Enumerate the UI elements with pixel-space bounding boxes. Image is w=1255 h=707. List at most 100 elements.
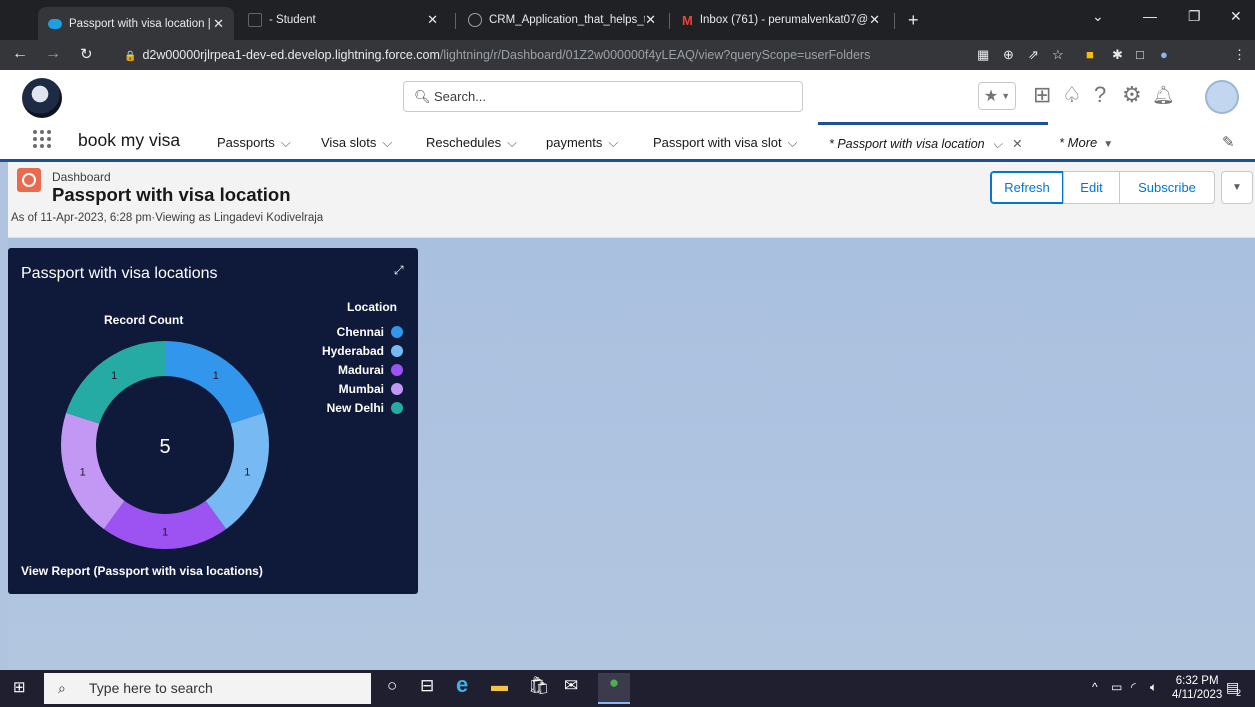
browser-tab[interactable]: M Inbox (761) - perumalvenkat07@ ✕ [672,7,890,33]
nav-item-passports[interactable]: Passports ⌵ [217,135,291,151]
legend-item[interactable]: Hyderabad [298,341,403,360]
cortana-icon[interactable]: ○ [387,676,397,696]
tray-chevron-icon[interactable]: ^ [1092,680,1098,694]
legend-item[interactable]: New Delhi [298,398,403,417]
close-tab-icon[interactable]: ✕ [645,12,656,28]
chevron-down-icon[interactable]: ⌵ [281,135,291,150]
nav-item-label: Reschedules [426,135,502,150]
close-tab-icon[interactable]: ✕ [427,12,438,28]
notifications-bell-icon[interactable]: 🔔︎ [1152,85,1175,106]
browser-tab-active[interactable]: Passport with visa location | Sales ✕ [38,7,234,40]
close-tab-icon[interactable]: ✕ [869,12,880,28]
favorites-button[interactable]: ★ ▼ [978,82,1016,110]
nav-item-passport-with-visa-slot[interactable]: Passport with visa slot ⌵ [653,135,797,151]
menu-icon[interactable]: ⋮ [1233,47,1246,63]
chrome-icon[interactable]: ● [598,673,630,704]
bookmark-star-icon[interactable]: ☆ [1052,47,1064,63]
network-icon[interactable]: ▭ [1111,680,1122,694]
close-icon[interactable]: ✕ [1012,137,1022,151]
chevron-down-icon[interactable]: ⌵ [608,135,618,150]
setup-gear-icon[interactable]: ⚙ [1122,82,1142,108]
legend-title: Location [347,300,397,314]
donut-slice[interactable] [61,412,125,530]
search-icon: 🔍︎ [414,89,431,104]
edit-nav-pencil-icon[interactable]: ✎ [1222,133,1235,151]
donut-chart[interactable]: 1 1 1 1 1 5 [55,335,275,555]
sidepanel-icon[interactable]: □ [1136,47,1144,62]
donut-slice[interactable] [66,341,165,424]
legend-label: New Delhi [326,400,384,415]
global-search-input[interactable]: 🔍︎ Search... [403,81,803,112]
page-title: Passport with visa location [52,184,291,205]
donut-slice[interactable] [165,341,264,424]
app-launcher-icon[interactable] [33,130,51,148]
legend-swatch [391,401,403,414]
donut-slice[interactable] [205,412,269,530]
wifi-icon[interactable]: ◜ [1131,680,1136,694]
url-field[interactable]: 🔒 d2w00000rjlrpea1-dev-ed.develop.lightni… [110,43,960,67]
edit-button[interactable]: Edit [1063,171,1120,204]
view-report-link[interactable]: View Report (Passport with visa location… [21,564,263,578]
chevron-down-icon[interactable]: ⌵ [993,137,1002,151]
store-icon[interactable]: 🛍︎ [528,676,550,696]
dashboard-button-group: Refresh Edit Subscribe [990,171,1215,204]
reload-icon[interactable]: ↻ [80,45,93,63]
volume-icon[interactable]: 🔈︎ [1150,680,1157,695]
browser-tab[interactable]: - Student ✕ [238,7,448,33]
legend-label: Madurai [337,362,384,377]
zoom-icon[interactable]: ⊕ [1003,47,1014,63]
chevron-down-icon: ▼ [1001,91,1011,101]
refresh-button[interactable]: Refresh [990,171,1064,204]
nav-item-reschedules[interactable]: Reschedules ⌵ [426,135,517,151]
tab-divider [894,13,895,29]
active-tab-label: * Passport with visa location [829,137,985,151]
file-explorer-icon[interactable]: ▬ [491,676,508,696]
nav-item-visa-slots[interactable]: Visa slots ⌵ [321,135,392,151]
taskbar-clock[interactable]: 6:32 PM 4/11/2023 [1172,674,1222,702]
chevron-down-icon[interactable]: ⌵ [382,135,392,150]
clock-date: 4/11/2023 [1172,689,1223,701]
global-actions-icon[interactable]: ⊞ [1033,82,1051,108]
mail-icon[interactable]: ✉ [564,676,578,696]
dashboard-meta: As of 11-Apr-2023, 6:28 pm·Viewing as Li… [11,212,324,224]
tab-passport-with-visa-location[interactable]: * Passport with visa location ⌵ ✕ [818,122,1048,159]
taskbar-search-input[interactable]: ⌕ Type here to search [44,673,371,704]
subscribe-button[interactable]: Subscribe [1119,171,1215,204]
restore-icon[interactable]: ❐ [1188,8,1201,25]
donut-slice[interactable] [103,500,227,549]
task-view-icon[interactable]: ⊟ [420,676,434,696]
expand-icon[interactable]: ⤢ [394,263,404,278]
minimize-icon[interactable]: — [1143,8,1157,24]
legend-item[interactable]: Chennai [298,322,403,341]
edge-browser-icon[interactable]: e [456,672,468,698]
search-icon: ⌕ [58,680,66,696]
puzzle-icon[interactable]: ✱ [1112,47,1123,63]
extension-icon[interactable]: ■ [1086,47,1094,62]
legend-swatch [391,325,403,338]
close-window-icon[interactable]: ✕ [1230,8,1242,25]
forward-icon[interactable]: → [45,45,61,63]
legend-item[interactable]: Mumbai [298,379,403,398]
org-logo[interactable] [22,78,62,118]
windows-start-icon[interactable]: ⊞ [13,678,26,696]
help-icon[interactable]: ? [1094,82,1106,108]
trailhead-icon[interactable]: ♤ [1062,82,1082,108]
chevron-down-icon[interactable]: ⌵ [788,135,798,150]
profile-icon[interactable]: ● [1160,47,1168,62]
nav-more[interactable]: * More ▼ [1059,135,1113,150]
browser-tab[interactable]: CRM_Application_that_helps_to_ ✕ [458,7,666,33]
chevron-down-icon[interactable]: ⌵ [507,135,517,150]
more-actions-button[interactable]: ▼ [1221,171,1253,204]
back-icon[interactable]: ← [12,45,28,63]
caret-down-icon[interactable]: ▼ [1103,139,1113,150]
legend-item[interactable]: Madurai [298,360,403,379]
tab-search-icon[interactable]: ⌄ [1092,8,1104,25]
share-icon[interactable]: ⇗ [1028,47,1039,63]
user-avatar[interactable] [1205,80,1239,114]
new-tab-button[interactable]: + [898,7,929,33]
app-navigation: book my visa Passports ⌵ Visa slots ⌵ Resc… [0,122,1255,162]
close-tab-icon[interactable]: ✕ [213,16,224,32]
nav-item-payments[interactable]: payments ⌵ [546,135,618,151]
legend-swatch [391,382,403,395]
translate-icon[interactable]: ▦ [977,47,989,63]
